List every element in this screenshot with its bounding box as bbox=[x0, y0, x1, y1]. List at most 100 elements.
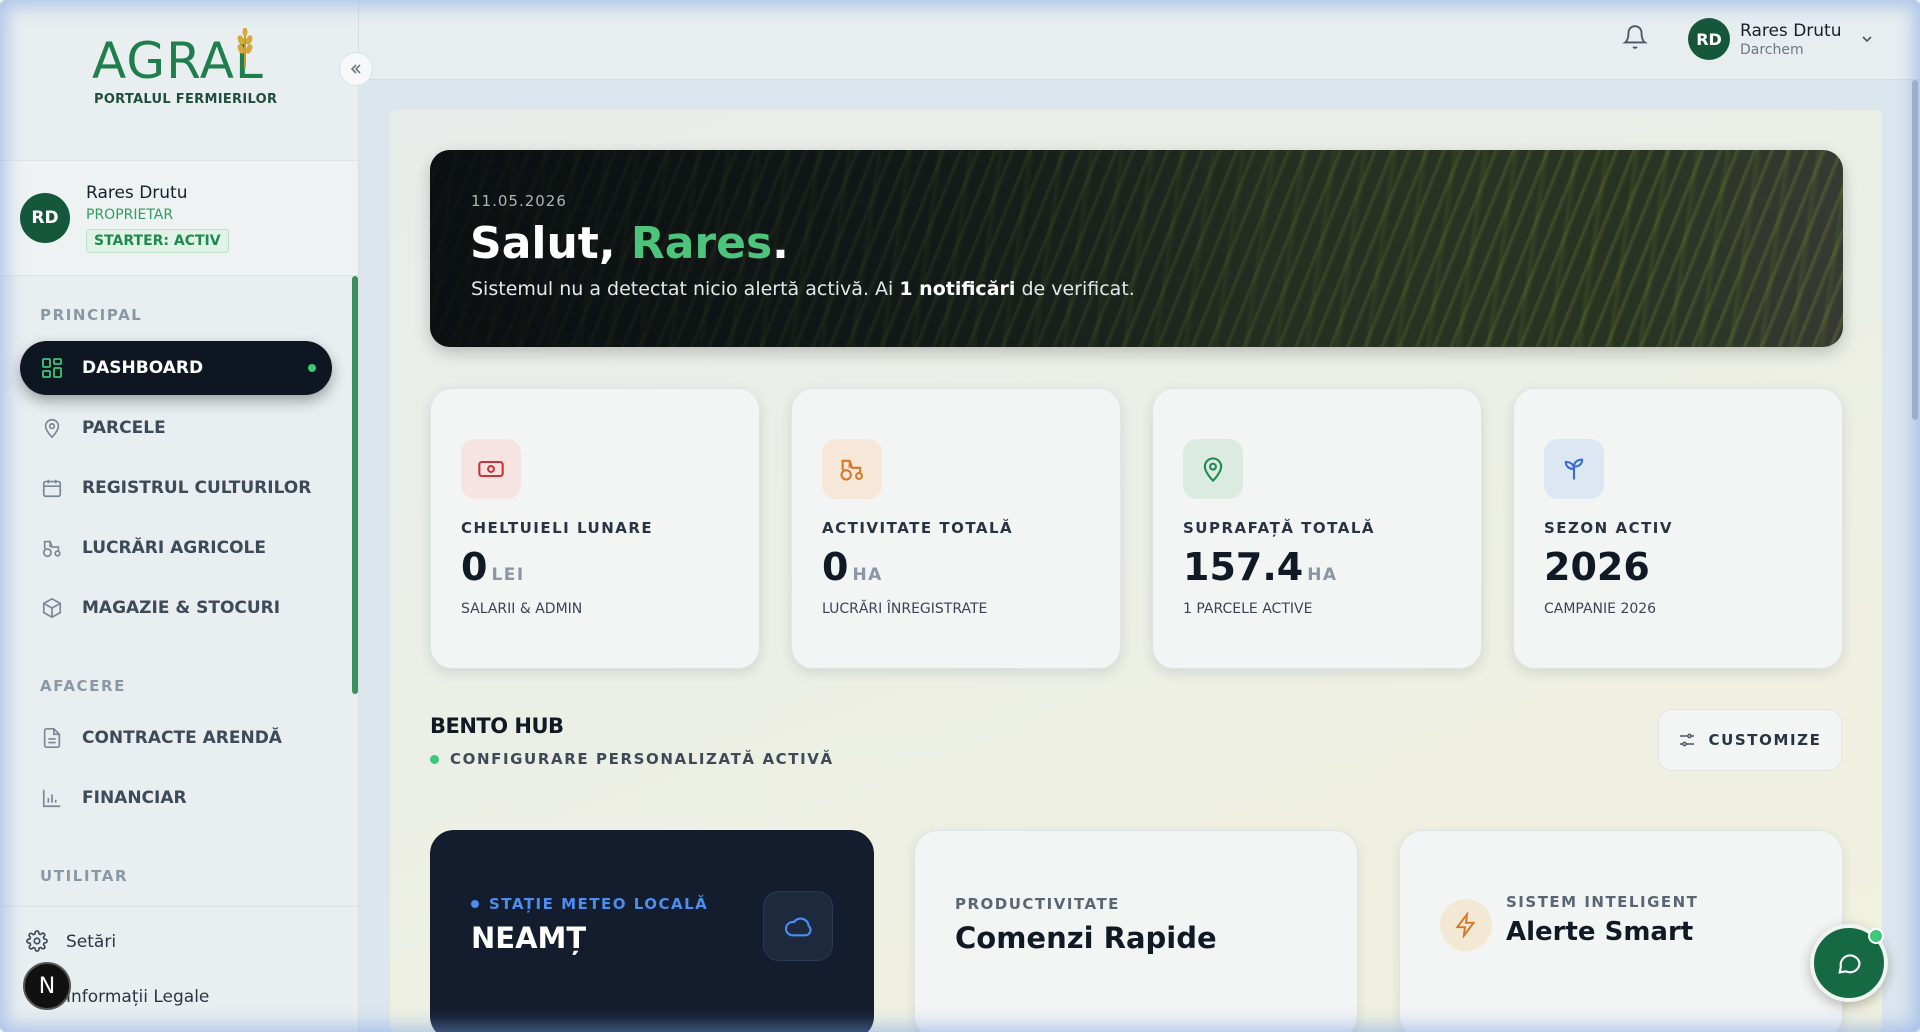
settings-label: Setări bbox=[66, 932, 117, 952]
sidebar-item-label: LUCRĂRI AGRICOLE bbox=[82, 538, 266, 558]
bar-chart-icon bbox=[40, 786, 64, 810]
sidebar-item-label: FINANCIAR bbox=[82, 788, 187, 808]
customize-button[interactable]: CUSTOMIZE bbox=[1658, 709, 1842, 771]
box-icon bbox=[40, 596, 64, 620]
user-name: Rares Drutu bbox=[86, 183, 188, 203]
notifications-count[interactable]: 1 notificări bbox=[899, 278, 1015, 300]
tile-alerte[interactable]: SISTEM INTELIGENT Alerte Smart bbox=[1399, 830, 1843, 1032]
user-role: PROPRIETAR bbox=[86, 207, 174, 223]
sidebar-item-magazie-stocuri[interactable]: MAGAZIE & STOCURI bbox=[20, 581, 332, 635]
sidebar-scrollbar[interactable] bbox=[352, 276, 358, 694]
stat-card-suprafata[interactable]: SUPRAFAȚĂ TOTALĂ 157.4 HA 1 PARCELE ACTIV… bbox=[1152, 388, 1482, 669]
banner-date: 11.05.2026 bbox=[471, 192, 567, 210]
stat-number: 0 bbox=[822, 545, 849, 589]
topbar bbox=[359, 0, 1920, 80]
subtitle-suffix: de verificat. bbox=[1015, 278, 1135, 300]
sidebar-item-financiar[interactable]: FINANCIAR bbox=[20, 771, 332, 825]
map-pin-icon bbox=[1183, 439, 1243, 499]
map-pin-icon bbox=[40, 416, 64, 440]
sliders-icon bbox=[1680, 733, 1695, 747]
tractor-icon bbox=[822, 439, 882, 499]
stat-unit: HA bbox=[852, 565, 883, 585]
stat-card-activitate[interactable]: ACTIVITATE TOTALĂ 0 HA LUCRĂRI ÎNREGISTRA… bbox=[791, 388, 1121, 669]
document-icon bbox=[40, 726, 64, 750]
sidebar-item-label: DASHBOARD bbox=[82, 358, 204, 378]
tile-meteo[interactable]: STAȚIE METEO LOCALĂ NEAMȚ bbox=[430, 830, 874, 1032]
active-dot bbox=[308, 364, 316, 372]
sidebar-item-label: CONTRACTE ARENDĂ bbox=[82, 728, 282, 748]
account-company: Darchem bbox=[1740, 41, 1804, 58]
stat-label: ACTIVITATE TOTALĂ bbox=[822, 519, 1014, 537]
tile-title: Alerte Smart bbox=[1506, 917, 1694, 947]
grid-icon bbox=[40, 356, 64, 380]
account-meta: Rares Drutu Darchem bbox=[1740, 21, 1842, 58]
stat-value: 0 LEI bbox=[461, 545, 525, 589]
avatar: RD bbox=[20, 193, 70, 243]
stat-number: 2026 bbox=[1544, 545, 1650, 589]
bento-subtitle: CONFIGURARE PERSONALIZATĂ ACTIVĂ bbox=[430, 750, 834, 768]
sidebar-item-dashboard[interactable]: DASHBOARD bbox=[20, 341, 332, 395]
stat-card-cheltuieli[interactable]: CHELTUIELI LUNARE 0 LEI SALARII & ADMIN bbox=[430, 388, 760, 669]
stat-number: 0 bbox=[461, 545, 488, 589]
stat-label: SEZON ACTIV bbox=[1544, 519, 1673, 537]
gear-icon bbox=[26, 930, 50, 954]
banknote-icon bbox=[461, 439, 521, 499]
settings-link[interactable]: Setări bbox=[26, 930, 116, 954]
sidebar-item-label: MAGAZIE & STOCURI bbox=[82, 598, 281, 618]
chat-button[interactable] bbox=[1810, 924, 1888, 1002]
floating-n-badge[interactable]: N bbox=[23, 962, 71, 1010]
account-name: Rares Drutu bbox=[1740, 20, 1842, 41]
tile-productivitate[interactable]: PRODUCTIVITATE Comenzi Rapide bbox=[914, 830, 1358, 1032]
stat-value: 0 HA bbox=[822, 545, 883, 589]
avatar: RD bbox=[1688, 18, 1730, 60]
stat-caption: CAMPANIE 2026 bbox=[1544, 601, 1657, 617]
wheat-icon bbox=[237, 28, 253, 68]
sprout-icon bbox=[1544, 439, 1604, 499]
greeting-name: Rares bbox=[630, 218, 773, 269]
sidebar-bottom bbox=[0, 906, 359, 907]
double-chevron-left-icon bbox=[350, 64, 361, 74]
nav-section-afacere: AFACERE bbox=[40, 677, 126, 695]
nav-section-principal: PRINCIPAL bbox=[40, 306, 143, 324]
stat-unit: HA bbox=[1307, 565, 1338, 585]
sidebar-user-card[interactable]: RD Rares Drutu PROPRIETAR STARTER: ACTIV bbox=[0, 160, 358, 276]
legal-label: Informații Legale bbox=[66, 987, 210, 1007]
account-menu[interactable]: RD Rares Drutu Darchem bbox=[1688, 18, 1874, 60]
page-scrollbar[interactable] bbox=[1912, 80, 1918, 420]
sidebar-item-contracte-arenda[interactable]: CONTRACTE ARENDĂ bbox=[20, 711, 332, 765]
tile-kicker: PRODUCTIVITATE bbox=[955, 895, 1120, 913]
bento-subtitle-text: CONFIGURARE PERSONALIZATĂ ACTIVĂ bbox=[450, 750, 834, 768]
chevron-down-icon bbox=[1861, 36, 1872, 43]
stat-caption: SALARII & ADMIN bbox=[461, 601, 583, 617]
nav-section-utilitar: UTILITAR bbox=[40, 867, 129, 885]
sidebar-item-label: PARCELE bbox=[82, 418, 166, 438]
bento-title: BENTO HUB bbox=[430, 714, 564, 738]
collapse-sidebar-button[interactable] bbox=[339, 52, 373, 86]
logo[interactable]: AGRAL PORTALUL FERMIERILOR bbox=[0, 0, 358, 160]
stat-label: CHELTUIELI LUNARE bbox=[461, 519, 654, 537]
sidebar-item-label: REGISTRUL CULTURILOR bbox=[82, 478, 312, 498]
stat-caption: 1 PARCELE ACTIVE bbox=[1183, 601, 1313, 617]
greeting-suffix: . bbox=[772, 218, 789, 269]
stat-card-sezon[interactable]: SEZON ACTIV 2026 CAMPANIE 2026 bbox=[1513, 388, 1843, 669]
lightning-icon bbox=[1440, 899, 1492, 951]
online-dot bbox=[1868, 928, 1884, 944]
stat-value: 157.4 HA bbox=[1183, 545, 1338, 589]
sidebar-item-lucrari-agricole[interactable]: LUCRĂRI AGRICOLE bbox=[20, 521, 332, 575]
tile-title: Comenzi Rapide bbox=[955, 921, 1217, 955]
sidebar: AGRAL PORTALUL FERMIERILOR RD Rares Drut… bbox=[0, 0, 359, 1032]
sidebar-item-parcele[interactable]: PARCELE bbox=[20, 401, 332, 455]
tile-title: NEAMȚ bbox=[471, 921, 587, 955]
tile-kicker: STAȚIE METEO LOCALĂ bbox=[471, 895, 708, 913]
status-dot bbox=[430, 754, 439, 764]
greeting: Salut, Rares. bbox=[470, 218, 789, 269]
logo-word: AGRAL bbox=[92, 28, 264, 86]
status-dot bbox=[471, 900, 479, 908]
calendar-icon bbox=[40, 476, 64, 500]
subtitle-prefix: Sistemul nu a detectat nicio alertă acti… bbox=[471, 278, 900, 300]
bell-icon[interactable] bbox=[1622, 24, 1650, 52]
chat-bubble-icon bbox=[1838, 954, 1861, 974]
stat-number: 157.4 bbox=[1183, 545, 1304, 589]
cloud-icon bbox=[763, 891, 833, 961]
sidebar-item-registrul-culturilor[interactable]: REGISTRUL CULTURILOR bbox=[20, 461, 332, 515]
